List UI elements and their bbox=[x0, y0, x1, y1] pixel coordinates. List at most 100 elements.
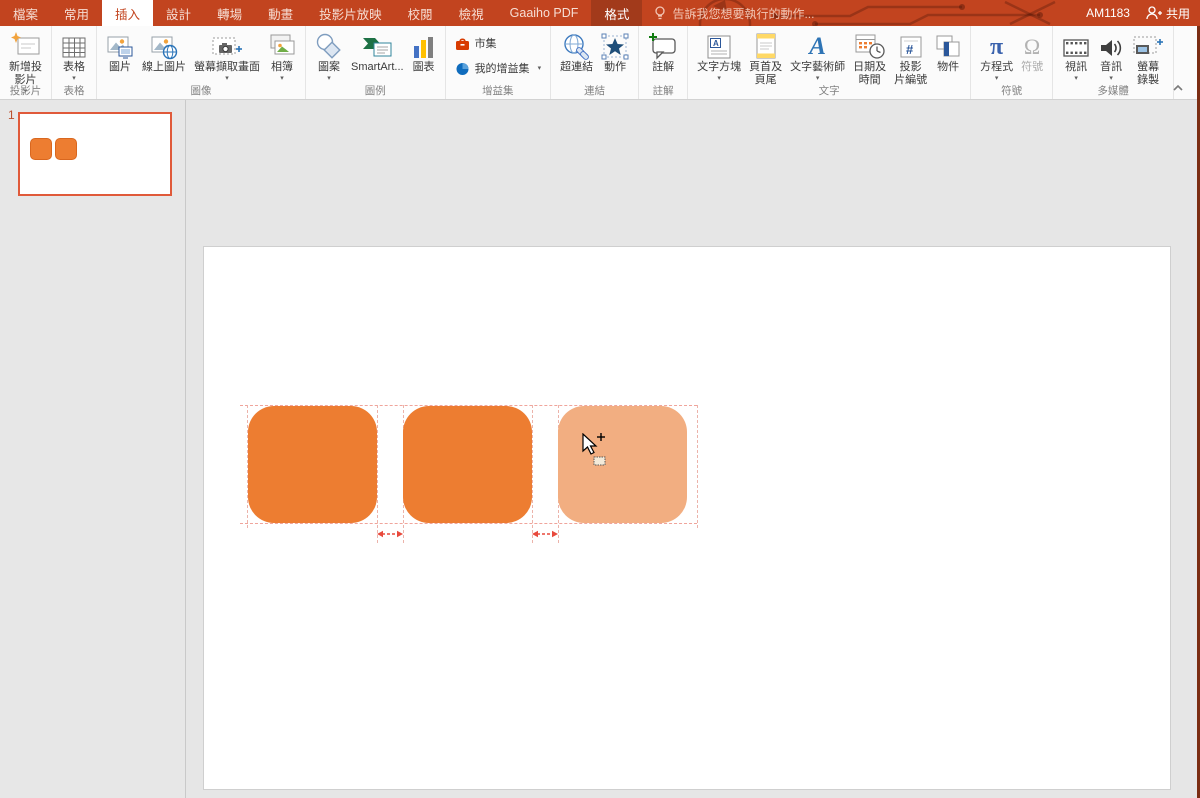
chart-button[interactable]: 圖表 bbox=[408, 29, 440, 75]
tab-format[interactable]: 格式 bbox=[591, 0, 642, 26]
online-picture-icon bbox=[150, 34, 178, 60]
comment-button[interactable]: 註解 bbox=[644, 29, 682, 75]
store-button[interactable]: 市集 bbox=[455, 35, 542, 51]
editing-canvas[interactable] bbox=[186, 100, 1200, 798]
video-icon bbox=[1062, 36, 1090, 60]
dropdown-caret-icon: ▾ bbox=[816, 75, 820, 83]
tab-animations[interactable]: 動畫 bbox=[255, 0, 306, 26]
tab-gaaiho-pdf[interactable]: Gaaiho PDF bbox=[497, 0, 592, 26]
group-table: 表格 ▾ 表格 bbox=[52, 26, 97, 99]
rounded-rectangle-shape-2[interactable] bbox=[403, 406, 532, 523]
action-icon bbox=[601, 33, 629, 60]
smartart-icon bbox=[361, 34, 393, 60]
symbol-button: Ω 符號 bbox=[1017, 29, 1047, 75]
dropdown-caret-icon: ▾ bbox=[538, 64, 542, 72]
audio-button[interactable]: 音訊 ▾ bbox=[1094, 29, 1128, 84]
hyperlink-icon bbox=[563, 33, 591, 60]
tell-me-placeholder: 告訴我您想要執行的動作... bbox=[672, 5, 814, 22]
object-button[interactable]: 物件 bbox=[931, 29, 965, 75]
text-box-button[interactable]: A 文字方塊 ▾ bbox=[693, 29, 745, 84]
slide-canvas[interactable] bbox=[203, 246, 1171, 790]
account-name: AM1183 bbox=[1086, 6, 1130, 20]
slide-number-button[interactable]: # 投影片編號 bbox=[890, 29, 931, 88]
equation-button[interactable]: π 方程式 ▾ bbox=[976, 29, 1017, 84]
share-person-icon bbox=[1146, 6, 1162, 20]
dropdown-caret-icon: ▾ bbox=[1074, 75, 1078, 83]
group-text: A 文字方塊 ▾ 頁首及頁尾 A 文字藝術師 ▾ bbox=[688, 26, 971, 99]
group-label-slides: 投影片 bbox=[0, 83, 51, 98]
object-icon bbox=[935, 34, 961, 60]
tab-transitions[interactable]: 轉場 bbox=[204, 0, 255, 26]
new-slide-icon bbox=[11, 32, 41, 60]
ribbon-tabs: 檔案 常用 插入 設計 轉場 動畫 投影片放映 校閱 檢視 Gaaiho PDF… bbox=[0, 0, 642, 26]
dropdown-caret-icon: ▾ bbox=[327, 75, 331, 83]
group-media: 視訊 ▾ 音訊 ▾ 螢幕錄製 多媒體 bbox=[1053, 26, 1174, 99]
pictures-button[interactable]: 圖片 bbox=[102, 29, 138, 75]
group-label-links: 連結 bbox=[551, 83, 638, 98]
share-button[interactable]: 共用 bbox=[1146, 5, 1190, 22]
slide-number-label: 1 bbox=[8, 108, 15, 122]
my-addins-button[interactable]: 我的增益集 ▾ bbox=[455, 60, 542, 76]
shapes-button[interactable]: 圖案 ▾ bbox=[311, 29, 347, 84]
online-pictures-button[interactable]: 線上圖片 bbox=[138, 29, 190, 75]
chart-icon bbox=[412, 35, 436, 60]
screen-recording-button[interactable]: 螢幕錄製 bbox=[1128, 29, 1168, 88]
screenshot-icon bbox=[211, 34, 243, 60]
wordart-button[interactable]: A 文字藝術師 ▾ bbox=[786, 29, 849, 84]
slide-number-icon: # bbox=[899, 35, 923, 60]
title-bar: 檔案 常用 插入 設計 轉場 動畫 投影片放映 校閱 檢視 Gaaiho PDF… bbox=[0, 0, 1200, 26]
thumbnail-shape-2 bbox=[55, 138, 77, 160]
action-button[interactable]: 動作 bbox=[597, 29, 633, 75]
group-label-addins: 增益集 bbox=[446, 83, 551, 98]
group-label-symbols: 符號 bbox=[971, 83, 1052, 98]
date-time-icon bbox=[855, 33, 885, 60]
tab-home[interactable]: 常用 bbox=[51, 0, 102, 26]
smart-guide-gap2-left bbox=[532, 405, 533, 543]
group-slides: 新增投影片 ▾ 投影片 bbox=[0, 26, 52, 99]
picture-icon bbox=[106, 34, 134, 60]
group-label-comments: 註解 bbox=[639, 83, 687, 98]
slide-thumbnail[interactable] bbox=[18, 112, 172, 196]
group-label-images: 圖像 bbox=[97, 83, 305, 98]
tab-slideshow[interactable]: 投影片放映 bbox=[306, 0, 395, 26]
slide-thumbnail-pane: 1 bbox=[0, 100, 186, 798]
tell-me-box[interactable]: 告訴我您想要執行的動作... bbox=[642, 0, 826, 26]
screenshot-button[interactable]: 螢幕擷取畫面 ▾ bbox=[190, 29, 264, 84]
lightbulb-icon bbox=[654, 6, 666, 21]
hyperlink-button[interactable]: 超連結 bbox=[556, 29, 597, 75]
smart-guide-right-edge bbox=[697, 405, 698, 528]
group-addins: 市集 我的增益集 ▾ 增益集 bbox=[446, 26, 552, 99]
video-button[interactable]: 視訊 ▾ bbox=[1058, 29, 1094, 84]
tab-review[interactable]: 校閱 bbox=[395, 0, 446, 26]
svg-text:#: # bbox=[906, 42, 914, 57]
screen-recording-icon bbox=[1132, 34, 1164, 60]
audio-icon bbox=[1098, 36, 1124, 60]
tab-design[interactable]: 設計 bbox=[153, 0, 204, 26]
comment-icon bbox=[648, 33, 678, 60]
tab-view[interactable]: 檢視 bbox=[446, 0, 497, 26]
equation-pi-icon: π bbox=[990, 34, 1003, 60]
mouse-cursor-copy-icon bbox=[582, 433, 610, 467]
rounded-rectangle-shape-3-drag-preview[interactable] bbox=[558, 406, 687, 523]
photo-album-button[interactable]: 相簿 ▾ bbox=[264, 29, 300, 84]
dropdown-caret-icon: ▾ bbox=[995, 75, 999, 83]
svg-text:A: A bbox=[713, 39, 719, 48]
my-addins-icon bbox=[455, 61, 470, 76]
rounded-rectangle-shape-1[interactable] bbox=[248, 406, 377, 523]
spacing-arrow-1 bbox=[377, 529, 403, 539]
smartart-button[interactable]: SmartArt... bbox=[347, 29, 408, 75]
group-label-media: 多媒體 bbox=[1053, 83, 1173, 98]
tab-file[interactable]: 檔案 bbox=[0, 0, 51, 26]
group-links: 超連結 動作 連結 bbox=[551, 26, 639, 99]
share-label: 共用 bbox=[1166, 5, 1190, 22]
date-time-button[interactable]: 日期及時間 bbox=[849, 29, 890, 88]
table-button[interactable]: 表格 ▾ bbox=[57, 29, 91, 84]
tab-insert[interactable]: 插入 bbox=[102, 0, 153, 26]
shapes-icon bbox=[315, 33, 343, 60]
group-illustrations: 圖案 ▾ SmartArt... 圖表 圖例 bbox=[306, 26, 446, 99]
collapse-ribbon-icon[interactable] bbox=[1172, 84, 1184, 95]
header-footer-button[interactable]: 頁首及頁尾 bbox=[745, 29, 786, 88]
spacing-arrow-2 bbox=[532, 529, 558, 539]
table-icon bbox=[61, 36, 87, 60]
text-box-icon: A bbox=[706, 34, 732, 60]
